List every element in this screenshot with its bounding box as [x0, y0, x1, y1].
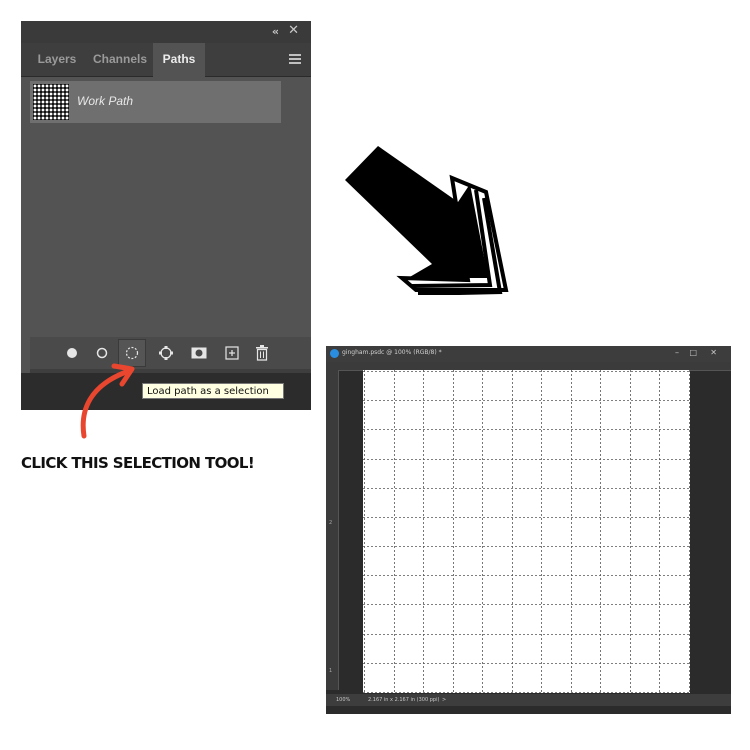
document-info: 2.167 in x 2.167 in (300 ppi) — [368, 697, 440, 703]
double-chevron-left-icon[interactable]: ‹‹ — [272, 25, 279, 38]
make-work-path-icon[interactable] — [156, 344, 176, 362]
status-menu-arrow[interactable]: > — [442, 697, 446, 703]
add-mask-icon[interactable] — [189, 344, 209, 362]
tab-layers[interactable]: Layers — [27, 43, 87, 76]
ruler-mark: 1 — [329, 668, 333, 674]
path-row-work-path[interactable]: Work Path — [30, 81, 281, 123]
ruler-mark: 2 — [329, 520, 333, 526]
annotation-arrow-icon — [80, 363, 135, 439]
new-path-icon[interactable] — [222, 344, 242, 362]
marching-ants-grid — [363, 370, 690, 693]
document-canvas[interactable] — [363, 370, 690, 693]
status-bar: 100% 2.167 in x 2.167 in (300 ppi) > — [326, 694, 731, 706]
tooltip: Load path as a selection — [142, 383, 284, 399]
document-title: gingham.psdc @ 100% (RGB/8) * — [342, 349, 442, 356]
annotation-text: CLICK THIS SELECTION TOOL! — [21, 454, 255, 472]
paths-panel: ‹‹ ✕ Layers Channels Paths Work Path — [21, 21, 311, 410]
photoshop-app-icon — [330, 349, 339, 358]
path-thumbnail — [33, 84, 69, 120]
ruler-vertical: 2 1 — [326, 370, 339, 690]
delete-path-icon[interactable] — [252, 344, 272, 362]
close-icon[interactable]: ✕ — [710, 348, 717, 357]
big-arrow-icon — [345, 146, 509, 295]
zoom-level[interactable]: 100% — [336, 697, 350, 703]
panel-titlebar: ‹‹ ✕ — [21, 21, 311, 43]
tab-paths[interactable]: Paths — [153, 43, 205, 77]
tab-channels[interactable]: Channels — [87, 43, 153, 76]
close-icon[interactable]: ✕ — [288, 23, 299, 38]
document-window: gingham.psdc @ 100% (RGB/8) * – □ ✕ 2 1 … — [326, 346, 731, 714]
minimize-icon[interactable]: – — [675, 348, 679, 357]
panel-tab-bar: Layers Channels Paths — [21, 43, 311, 77]
document-titlebar: gingham.psdc @ 100% (RGB/8) * – □ ✕ — [326, 346, 731, 362]
hamburger-icon[interactable] — [289, 54, 301, 64]
maximize-icon[interactable]: □ — [689, 348, 697, 357]
path-label: Work Path — [77, 94, 134, 108]
